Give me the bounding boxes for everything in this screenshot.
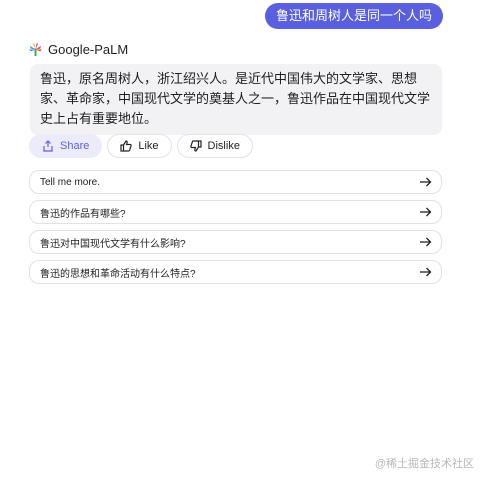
suggestion-text: 鲁迅对中国现代文学有什么影响? [40, 238, 186, 250]
bot-answer: 鲁迅，原名周树人，浙江绍兴人。是近代中国伟大的文学家、思想家、革命家，中国现代文… [30, 64, 442, 135]
suggestion-text: 鲁迅的思想和革命活动有什么特点? [40, 268, 196, 280]
thumbs-up-icon [120, 140, 133, 152]
suggestion-item[interactable]: Tell me more. [29, 170, 442, 194]
bot-name: Google-PaLM [48, 42, 129, 57]
suggestion-item[interactable]: 鲁迅的作品有哪些? [29, 200, 442, 224]
message-actions: Share Like Dislike [29, 134, 253, 158]
like-label: Like [138, 140, 159, 152]
suggestion-item[interactable]: 鲁迅的思想和革命活动有什么特点? [29, 260, 442, 284]
arrow-right-icon [419, 176, 432, 188]
dislike-button[interactable]: Dislike [176, 134, 253, 158]
arrow-right-icon [419, 236, 432, 248]
suggestion-list: Tell me more. 鲁迅的作品有哪些? 鲁迅对中国现代文学有什么影响? … [29, 170, 442, 290]
like-button[interactable]: Like [107, 134, 172, 158]
watermark: @稀土掘金技术社区 [374, 458, 474, 470]
suggestion-text: 鲁迅的作品有哪些? [40, 208, 126, 220]
suggestion-text: Tell me more. [40, 176, 101, 188]
palm-logo-icon [29, 43, 42, 56]
share-label: Share [60, 140, 90, 152]
share-button[interactable]: Share [29, 134, 103, 158]
share-icon [42, 140, 54, 152]
bot-header: Google-PaLM [29, 42, 128, 57]
arrow-right-icon [419, 266, 432, 278]
dislike-label: Dislike [207, 140, 240, 152]
arrow-right-icon [419, 206, 432, 218]
user-message-bubble: 鲁迅和周树人是同一个人吗 [264, 3, 443, 29]
thumbs-down-icon [189, 140, 202, 152]
suggestion-item[interactable]: 鲁迅对中国现代文学有什么影响? [29, 230, 442, 254]
